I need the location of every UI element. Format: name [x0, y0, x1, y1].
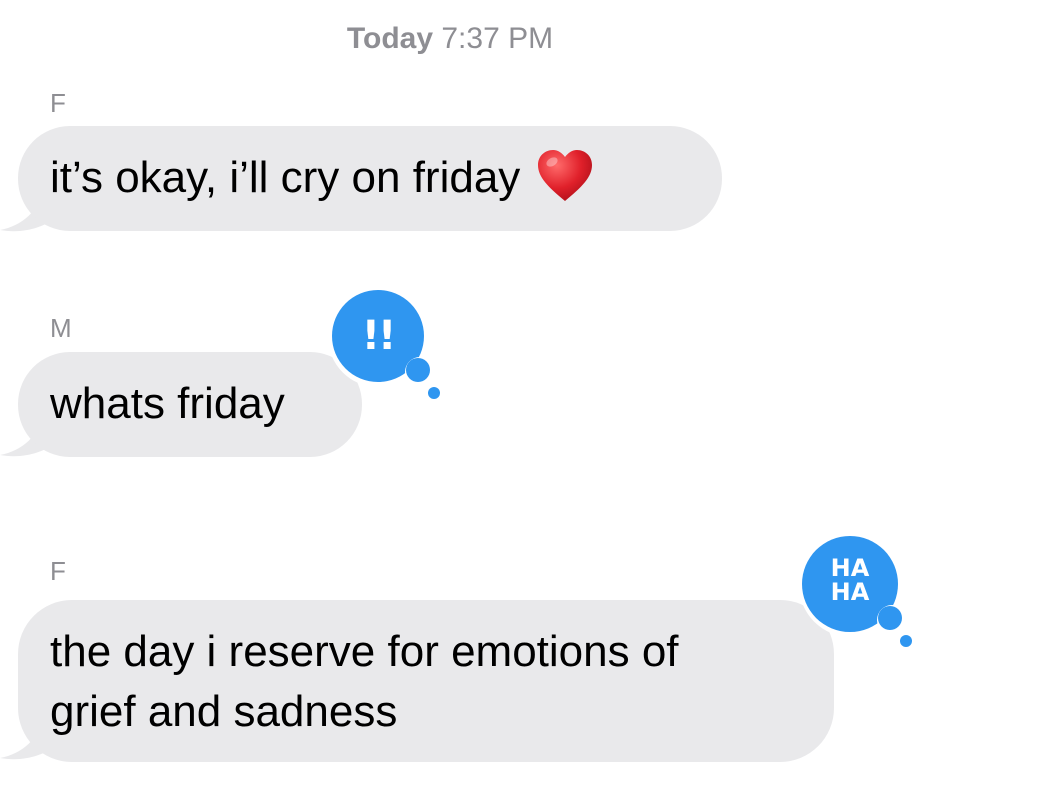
sender-name: F	[50, 556, 66, 586]
message-text-line-1: the day i reserve for emotions of	[50, 627, 679, 676]
sender-name: F	[50, 88, 66, 118]
tapback-label: !!	[361, 313, 396, 359]
message-bubble[interactable]: whats friday	[18, 352, 362, 457]
sender-name: M	[50, 313, 72, 343]
heart-emoji-icon	[538, 150, 593, 202]
message-text: whats friday	[50, 379, 285, 428]
timestamp-day: Today	[346, 22, 434, 55]
tapback-label-top: HA	[830, 554, 870, 582]
message-text-line-2: grief and sadness	[50, 687, 398, 736]
timestamp-time: 7:37 PM	[441, 22, 554, 55]
message-bubble[interactable]: it’s okay, i’ll cry on friday	[18, 126, 722, 231]
message-text: it’s okay, i’ll cry on friday	[50, 153, 521, 202]
timestamp: Today 7:37 PM	[0, 22, 900, 56]
message-bubble[interactable]: the day i reserve for emotions of grief …	[18, 600, 834, 762]
tapback-label-bottom: HA	[830, 578, 870, 606]
